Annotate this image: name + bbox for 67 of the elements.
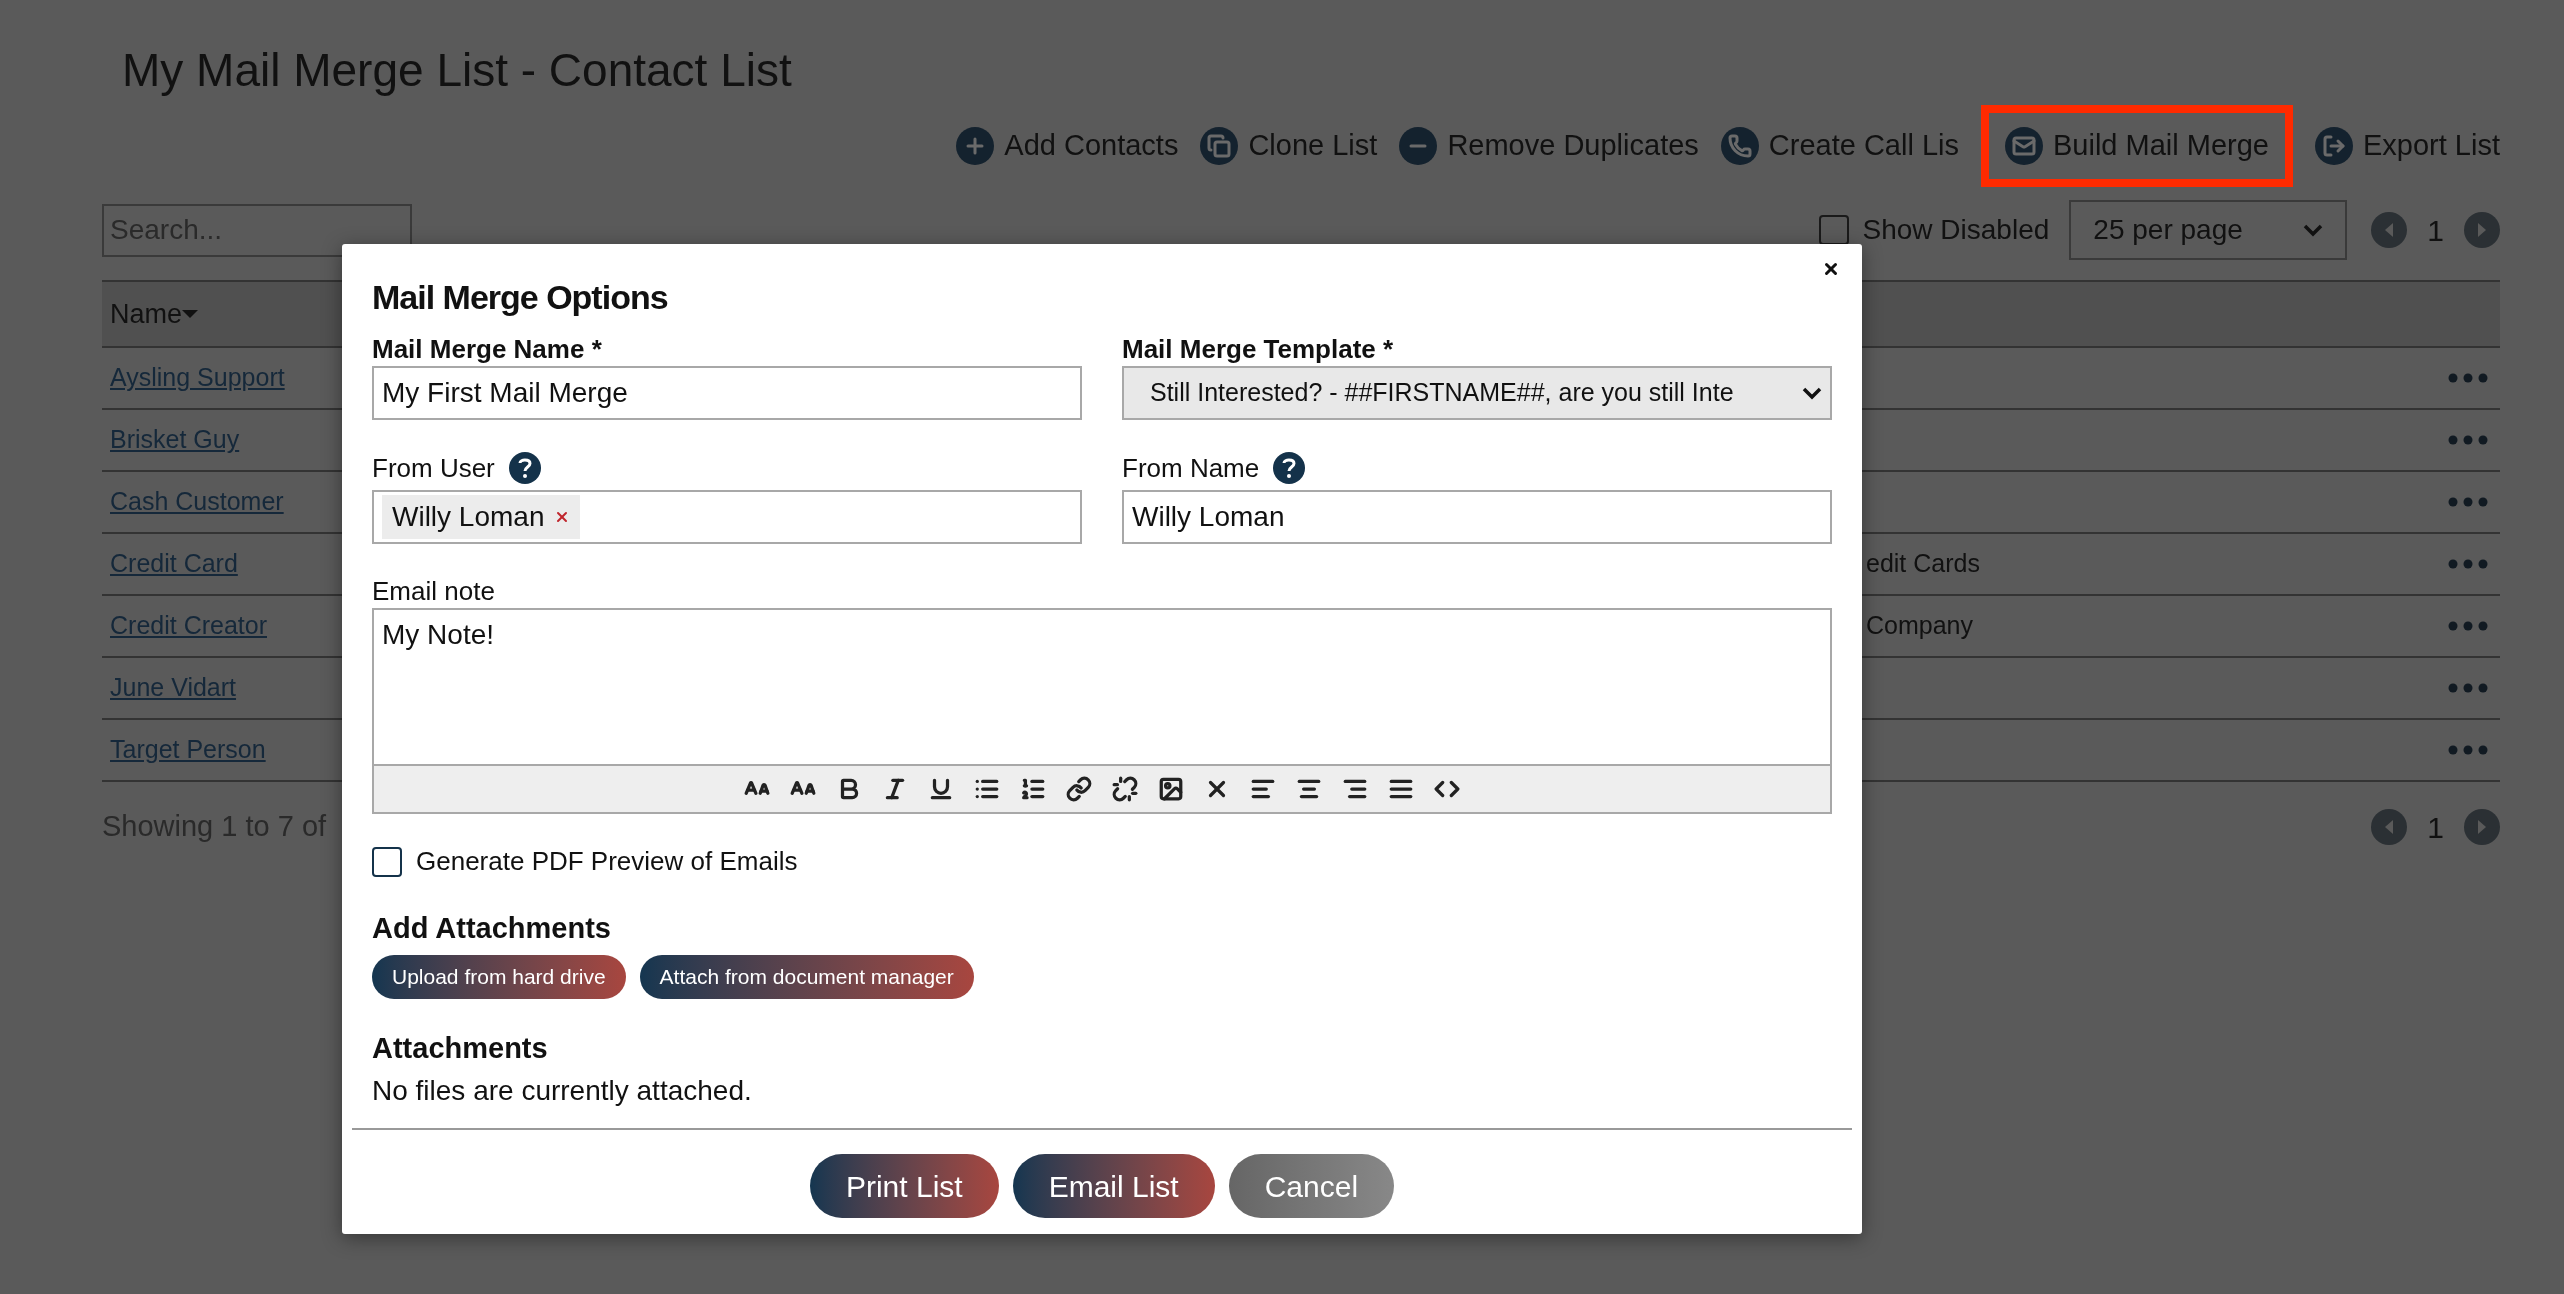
table-cell: edit Cards xyxy=(1866,549,1980,578)
toolbar-button[interactable]: Remove Duplicates xyxy=(1399,105,1699,187)
action-button[interactable]: Email List xyxy=(1012,1154,1215,1218)
action-button[interactable]: Print List xyxy=(809,1154,999,1218)
contact-name-link[interactable]: Aysling Support xyxy=(110,363,285,392)
user-tag: Willy Loman xyxy=(382,495,581,539)
mail-icon xyxy=(2005,127,2043,165)
link-icon[interactable] xyxy=(1066,776,1092,802)
contact-name-link[interactable]: Credit Card xyxy=(110,549,238,578)
close-icon[interactable] xyxy=(1822,260,1840,278)
toolbar-button[interactable]: Create Call Lis xyxy=(1720,105,1959,187)
field-label: Email note xyxy=(372,575,496,608)
toolbar-button[interactable]: Export List xyxy=(2315,105,2500,187)
more-icon[interactable] xyxy=(2448,745,2488,755)
table-cell: Company xyxy=(1866,611,1973,640)
input-field[interactable]: Willy Loman xyxy=(1122,490,1832,544)
chevron-down-icon xyxy=(1802,386,1822,400)
field-label: Mail Merge Name * xyxy=(372,333,603,366)
sort-caret-icon xyxy=(182,309,199,319)
page-number: 1 xyxy=(2427,809,2444,846)
more-icon[interactable] xyxy=(2448,621,2488,631)
toolbar-button[interactable]: Add Contacts xyxy=(956,105,1179,187)
contact-name-link[interactable]: Cash Customer xyxy=(110,487,284,516)
more-icon[interactable] xyxy=(2448,435,2488,445)
checkbox[interactable] xyxy=(372,846,402,877)
contact-name-link[interactable]: Credit Creator xyxy=(110,611,267,640)
dialog-title: Mail Merge Options xyxy=(372,277,669,318)
page-number: 1 xyxy=(2427,212,2444,249)
underline-icon[interactable] xyxy=(928,776,954,802)
empty-attachments-text: No files are currently attached. xyxy=(372,1074,753,1108)
remove-icon xyxy=(1399,127,1438,165)
template-select[interactable]: Still Interested? - ##FIRSTNAME##, are you still Inte xyxy=(1122,366,1832,420)
show-disabled-label: Show Disabled xyxy=(1862,213,2050,247)
checkbox-label: Generate PDF Preview of Emails xyxy=(416,845,798,878)
help-icon[interactable] xyxy=(1273,452,1306,484)
more-icon[interactable] xyxy=(2448,559,2488,569)
column-header[interactable]: Name xyxy=(110,293,199,335)
toolbar-button[interactable]: Clone List xyxy=(1200,105,1378,187)
field-label: From User xyxy=(372,451,495,485)
section-heading: Add Attachments xyxy=(372,911,612,946)
contact-name-link[interactable]: Target Person xyxy=(110,735,266,764)
unlink-icon[interactable] xyxy=(1112,776,1138,802)
help-icon[interactable] xyxy=(508,452,541,484)
more-icon[interactable] xyxy=(2448,683,2488,693)
call-icon xyxy=(1720,127,1759,165)
more-icon[interactable] xyxy=(2448,373,2488,383)
export-icon xyxy=(2315,127,2353,165)
attach-button[interactable]: Attach from document manager xyxy=(639,954,974,999)
more-icon[interactable] xyxy=(2448,497,2488,507)
per-page-select[interactable]: 25 per page xyxy=(2069,200,2348,260)
numbered-list-icon[interactable] xyxy=(1020,776,1046,802)
field-label: From Name xyxy=(1122,451,1260,485)
input-field[interactable]: Willy Loman xyxy=(372,490,1082,544)
email-note-text: My Note! xyxy=(382,619,495,650)
clone-icon xyxy=(1200,127,1239,165)
toolbar-button[interactable]: Build Mail Merge xyxy=(1981,105,2293,187)
section-heading: Attachments xyxy=(372,1030,549,1066)
field-label: Mail Merge Template * xyxy=(1122,333,1395,366)
contact-name-link[interactable]: June Vidart xyxy=(110,673,236,702)
input-field[interactable]: My First Mail Merge xyxy=(372,366,1082,420)
cancel-button[interactable]: Cancel xyxy=(1228,1154,1395,1218)
page-title: My Mail Merge List - Contact List xyxy=(121,43,793,98)
attach-button[interactable]: Upload from hard drive xyxy=(372,954,626,999)
contact-name-link[interactable]: Brisket Guy xyxy=(110,425,240,454)
add-icon xyxy=(956,127,995,165)
chevron-down-icon xyxy=(2303,223,2324,237)
image-icon[interactable] xyxy=(1158,776,1184,802)
